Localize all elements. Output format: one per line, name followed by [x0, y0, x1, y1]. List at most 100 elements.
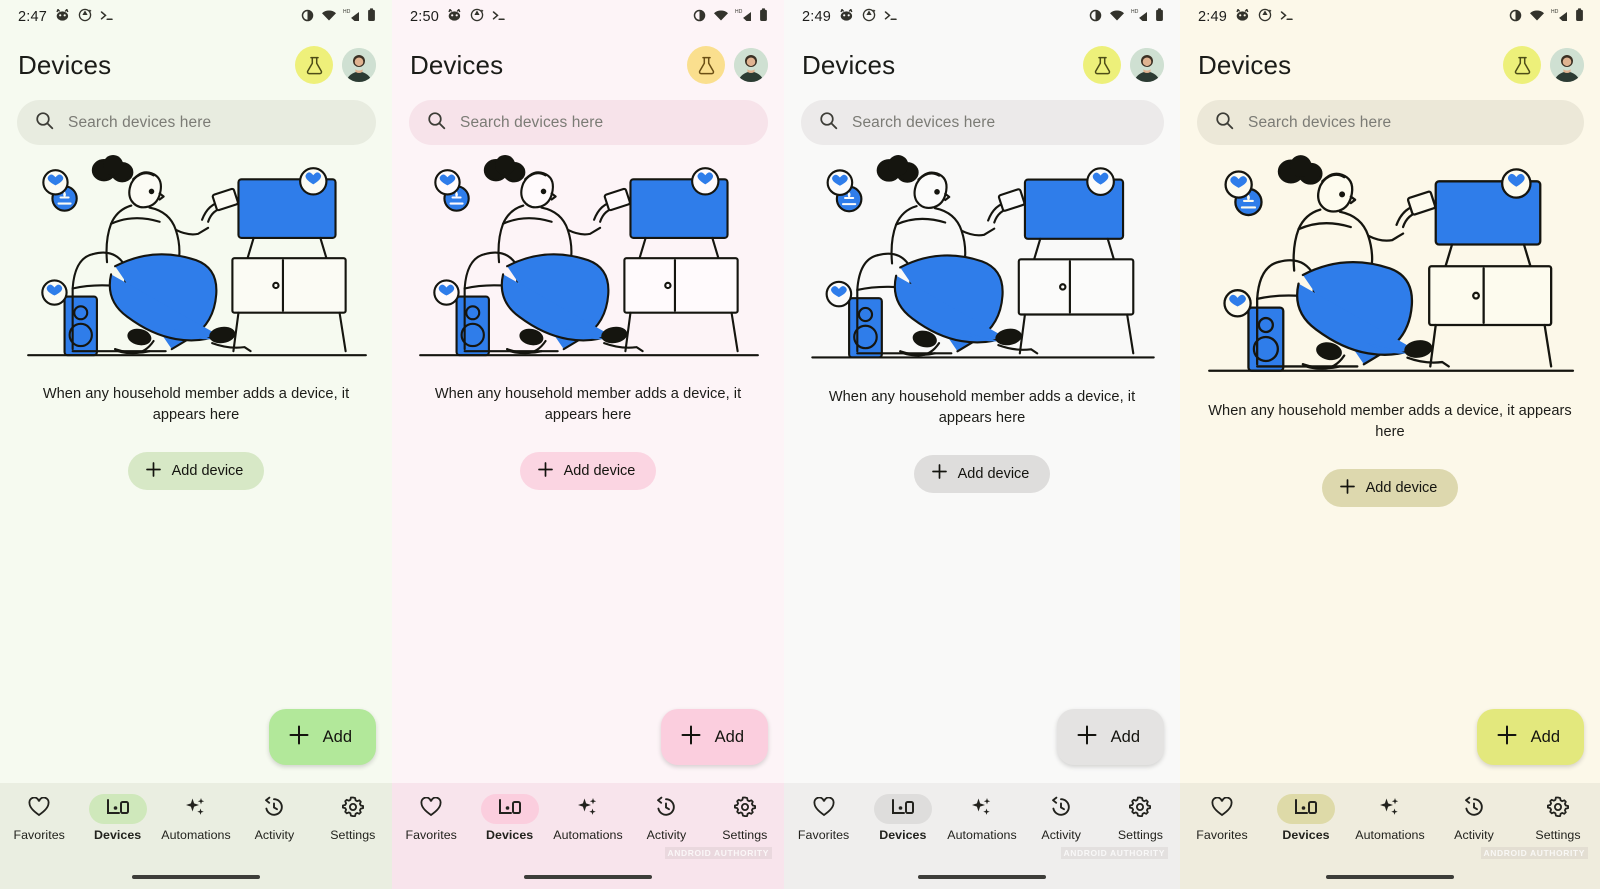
nav-label-favorites: Favorites — [1196, 828, 1248, 842]
add-device-button[interactable]: Add device — [127, 452, 265, 491]
flask-icon[interactable] — [1503, 46, 1541, 84]
sync-icon — [78, 8, 92, 26]
cat-face-icon — [1235, 7, 1250, 26]
plus-icon — [681, 725, 701, 750]
add-device-label: Add device — [957, 465, 1030, 482]
search-input[interactable]: Search devices here — [17, 100, 376, 145]
status-left-group: 2:49 — [802, 7, 898, 26]
status-bar: 2:49 HD — [1180, 0, 1600, 34]
plus-icon — [931, 464, 947, 483]
content-spacer: Add — [784, 493, 1180, 783]
sidebar-item-automations[interactable]: Automations — [157, 794, 235, 842]
sidebar-item-activity[interactable]: Activity — [1432, 794, 1516, 842]
history-icon — [1050, 796, 1072, 823]
add-device-button[interactable]: Add device — [913, 454, 1051, 493]
nav-label-devices: Devices — [879, 828, 927, 842]
sidebar-item-favorites[interactable]: Favorites — [392, 794, 470, 842]
sidebar-item-settings[interactable]: Settings — [1101, 794, 1180, 842]
add-fab[interactable]: Add — [268, 709, 376, 765]
sidebar-item-devices[interactable]: Devices — [78, 794, 156, 842]
search-input[interactable]: Search devices here — [801, 100, 1164, 145]
gesture-bar[interactable] — [1326, 875, 1454, 879]
search-placeholder: Search devices here — [460, 113, 604, 131]
battery-icon — [759, 8, 768, 26]
app-header: Devices — [392, 34, 784, 96]
avatar[interactable] — [734, 48, 768, 82]
bottom-navigation: Favorites Devices Automations Activity S… — [0, 783, 392, 865]
signal-hd-icon: HD — [343, 8, 361, 26]
sidebar-item-activity[interactable]: Activity — [1022, 794, 1101, 842]
add-fab[interactable]: Add — [1056, 709, 1164, 765]
status-time: 2:50 — [410, 9, 440, 25]
history-icon — [1463, 796, 1485, 823]
sidebar-item-devices[interactable]: Devices — [1264, 794, 1348, 842]
page-title: Devices — [410, 49, 504, 80]
avatar[interactable] — [1130, 48, 1164, 82]
plus-icon — [1339, 478, 1355, 498]
sidebar-item-favorites[interactable]: Favorites — [1180, 794, 1264, 842]
gesture-bar[interactable] — [918, 875, 1046, 879]
household-devices-illustration — [392, 145, 784, 370]
cat-face-icon — [447, 7, 462, 26]
nav-label-activity: Activity — [254, 828, 295, 842]
gear-icon — [733, 796, 756, 823]
add-device-button[interactable]: Add device — [1321, 469, 1459, 508]
fab-label: Add — [1110, 727, 1140, 746]
contrast-icon — [1088, 8, 1103, 27]
nav-pill-devices — [1277, 794, 1335, 824]
nav-label-settings: Settings — [1117, 828, 1163, 842]
wifi-icon — [1109, 9, 1125, 26]
nav-pill-favorites — [795, 794, 853, 824]
sparkles-icon — [970, 796, 994, 823]
flask-icon[interactable] — [295, 46, 333, 84]
search-input[interactable]: Search devices here — [1197, 100, 1584, 145]
devices-icon — [1294, 798, 1318, 821]
avatar[interactable] — [342, 48, 376, 82]
add-device-label: Add device — [171, 463, 244, 480]
flask-icon[interactable] — [687, 46, 725, 84]
empty-state-text: When any household member adds a device,… — [42, 386, 350, 424]
page-title: Devices — [1198, 49, 1292, 80]
search-container: Search devices here — [392, 96, 784, 145]
status-right-group: HD — [1508, 8, 1584, 27]
add-device-button[interactable]: Add device — [519, 452, 657, 491]
page-title: Devices — [802, 49, 896, 80]
avatar[interactable] — [1550, 48, 1584, 82]
add-fab[interactable]: Add — [1476, 709, 1584, 765]
gesture-bar[interactable] — [524, 875, 652, 879]
content-spacer: Add — [392, 490, 784, 783]
nav-label-devices: Devices — [486, 828, 534, 842]
sidebar-item-settings[interactable]: Settings — [314, 794, 392, 842]
gesture-area — [392, 865, 784, 889]
cat-face-icon — [839, 7, 854, 26]
plus-icon — [145, 462, 161, 481]
nav-label-automations: Automations — [161, 828, 231, 842]
sidebar-item-favorites[interactable]: Favorites — [784, 794, 863, 842]
nav-label-settings: Settings — [722, 828, 768, 842]
add-fab[interactable]: Add — [660, 709, 768, 765]
nav-label-automations: Automations — [947, 828, 1017, 842]
sidebar-item-automations[interactable]: Automations — [1348, 794, 1432, 842]
nav-pill-automations — [1361, 794, 1419, 824]
gesture-bar[interactable] — [132, 875, 260, 879]
sidebar-item-activity[interactable]: Activity — [235, 794, 313, 842]
sidebar-item-automations[interactable]: Automations — [942, 794, 1021, 842]
sidebar-item-devices[interactable]: Devices — [863, 794, 942, 842]
flask-icon[interactable] — [1083, 46, 1121, 84]
sidebar-item-activity[interactable]: Activity — [627, 794, 705, 842]
sidebar-item-settings[interactable]: Settings — [1516, 794, 1600, 842]
sidebar-item-settings[interactable]: Settings — [706, 794, 784, 842]
gesture-area — [784, 865, 1180, 889]
nav-pill-automations — [953, 794, 1011, 824]
devices-icon — [498, 798, 522, 821]
search-input[interactable]: Search devices here — [409, 100, 768, 145]
sidebar-item-devices[interactable]: Devices — [470, 794, 548, 842]
sparkles-icon — [1378, 796, 1402, 823]
devices-icon — [106, 798, 130, 821]
nav-pill-favorites — [1193, 794, 1251, 824]
sidebar-item-automations[interactable]: Automations — [549, 794, 627, 842]
sidebar-item-favorites[interactable]: Favorites — [0, 794, 78, 842]
search-placeholder: Search devices here — [68, 113, 212, 131]
plus-icon — [537, 462, 553, 481]
wifi-icon — [713, 9, 729, 26]
